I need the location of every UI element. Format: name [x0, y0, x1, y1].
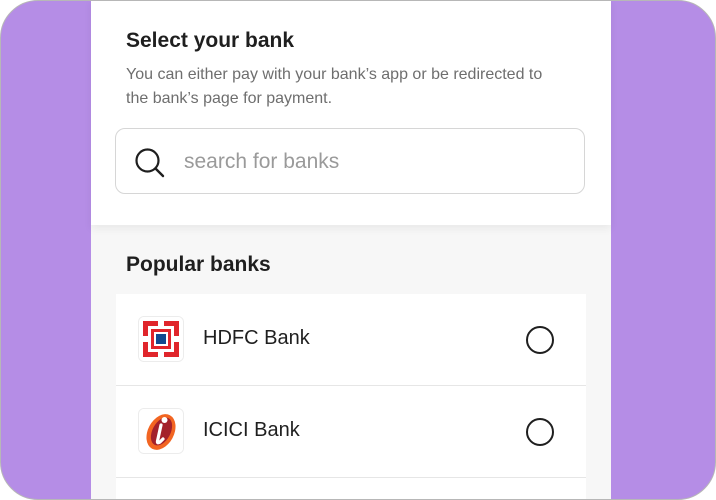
- bank-option-hdfc[interactable]: HDFC Bank: [116, 294, 586, 386]
- hdfc-logo-icon: [138, 316, 184, 362]
- search-icon: [134, 147, 166, 179]
- bank-name: HDFC Bank: [203, 327, 310, 349]
- bank-list: HDFC Bank ICICI Bank: [116, 294, 586, 499]
- page-subtitle: You can either pay with your bank’s app …: [126, 66, 543, 107]
- icici-logo-icon: [138, 408, 184, 454]
- search-input[interactable]: [184, 143, 564, 181]
- header-card: Select your bank You can either pay with…: [91, 1, 611, 225]
- app-frame: Select your bank You can either pay with…: [0, 0, 716, 500]
- bank-name: ICICI Bank: [203, 419, 300, 441]
- popular-banks-heading: Popular banks: [126, 253, 271, 276]
- bank-option-icici[interactable]: ICICI Bank: [116, 386, 586, 478]
- bank-radio-button[interactable]: [526, 418, 554, 446]
- search-box[interactable]: [115, 128, 585, 194]
- page-title: Select your bank: [126, 29, 295, 52]
- bank-selection-sheet: Select your bank You can either pay with…: [91, 1, 611, 499]
- bank-radio-button[interactable]: [526, 326, 554, 354]
- bank-option-partial[interactable]: [116, 478, 586, 499]
